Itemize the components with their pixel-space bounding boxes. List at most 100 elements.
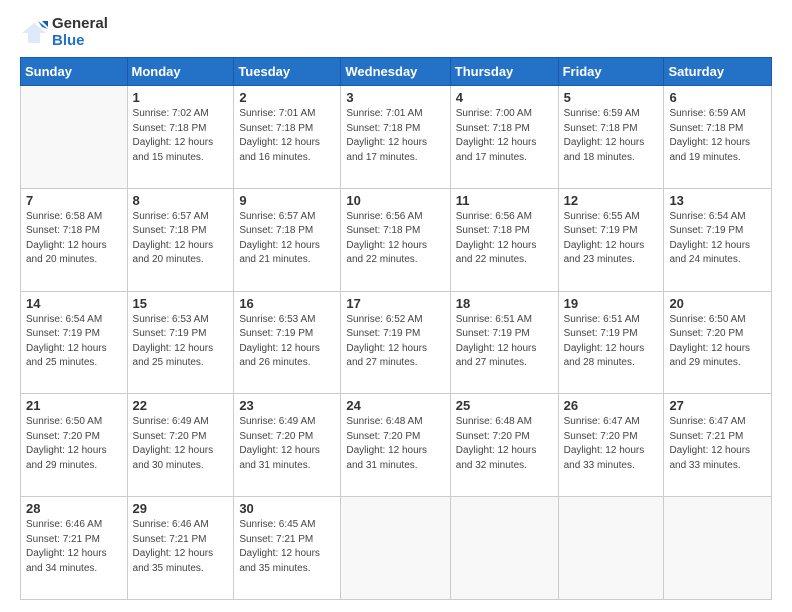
calendar-cell: 17 Sunrise: 6:52 AMSunset: 7:19 PMDaylig… — [341, 291, 450, 394]
calendar-cell: 22 Sunrise: 6:49 AMSunset: 7:20 PMDaylig… — [127, 394, 234, 497]
calendar-cell: 14 Sunrise: 6:54 AMSunset: 7:19 PMDaylig… — [21, 291, 128, 394]
day-number: 4 — [456, 90, 553, 105]
weekday-header-saturday: Saturday — [664, 58, 772, 86]
day-number: 19 — [564, 296, 659, 311]
calendar-cell: 15 Sunrise: 6:53 AMSunset: 7:19 PMDaylig… — [127, 291, 234, 394]
day-number: 9 — [239, 193, 335, 208]
calendar-cell: 6 Sunrise: 6:59 AMSunset: 7:18 PMDayligh… — [664, 86, 772, 189]
calendar-cell: 28 Sunrise: 6:46 AMSunset: 7:21 PMDaylig… — [21, 497, 128, 600]
calendar-cell: 23 Sunrise: 6:49 AMSunset: 7:20 PMDaylig… — [234, 394, 341, 497]
day-number: 12 — [564, 193, 659, 208]
calendar-cell: 2 Sunrise: 7:01 AMSunset: 7:18 PMDayligh… — [234, 86, 341, 189]
day-number: 27 — [669, 398, 766, 413]
day-number: 16 — [239, 296, 335, 311]
day-info: Sunrise: 6:56 AMSunset: 7:18 PMDaylight:… — [456, 210, 553, 268]
calendar-cell: 13 Sunrise: 6:54 AMSunset: 7:19 PMDaylig… — [664, 188, 772, 291]
header: General Blue — [20, 16, 772, 49]
week-row-2: 7 Sunrise: 6:58 AMSunset: 7:18 PMDayligh… — [21, 188, 772, 291]
page: General Blue SundayMondayTuesdayWednesda… — [0, 0, 792, 612]
day-info: Sunrise: 6:48 AMSunset: 7:20 PMDaylight:… — [346, 415, 444, 473]
day-info: Sunrise: 7:02 AMSunset: 7:18 PMDaylight:… — [133, 107, 229, 165]
calendar-cell — [21, 86, 128, 189]
weekday-header-sunday: Sunday — [21, 58, 128, 86]
day-number: 2 — [239, 90, 335, 105]
day-number: 10 — [346, 193, 444, 208]
day-info: Sunrise: 6:46 AMSunset: 7:21 PMDaylight:… — [133, 518, 229, 576]
weekday-header-monday: Monday — [127, 58, 234, 86]
day-info: Sunrise: 6:54 AMSunset: 7:19 PMDaylight:… — [26, 313, 122, 371]
day-info: Sunrise: 6:58 AMSunset: 7:18 PMDaylight:… — [26, 210, 122, 268]
day-info: Sunrise: 6:46 AMSunset: 7:21 PMDaylight:… — [26, 518, 122, 576]
logo-text: General Blue — [52, 16, 108, 49]
day-number: 29 — [133, 501, 229, 516]
day-number: 3 — [346, 90, 444, 105]
calendar-cell: 12 Sunrise: 6:55 AMSunset: 7:19 PMDaylig… — [558, 188, 664, 291]
day-number: 13 — [669, 193, 766, 208]
calendar-cell: 10 Sunrise: 6:56 AMSunset: 7:18 PMDaylig… — [341, 188, 450, 291]
week-row-1: 1 Sunrise: 7:02 AMSunset: 7:18 PMDayligh… — [21, 86, 772, 189]
calendar-cell: 5 Sunrise: 6:59 AMSunset: 7:18 PMDayligh… — [558, 86, 664, 189]
day-number: 1 — [133, 90, 229, 105]
weekday-header-tuesday: Tuesday — [234, 58, 341, 86]
logo-line2: Blue — [52, 33, 108, 50]
week-row-4: 21 Sunrise: 6:50 AMSunset: 7:20 PMDaylig… — [21, 394, 772, 497]
day-info: Sunrise: 6:49 AMSunset: 7:20 PMDaylight:… — [133, 415, 229, 473]
calendar-cell: 18 Sunrise: 6:51 AMSunset: 7:19 PMDaylig… — [450, 291, 558, 394]
calendar-cell: 7 Sunrise: 6:58 AMSunset: 7:18 PMDayligh… — [21, 188, 128, 291]
day-info: Sunrise: 6:45 AMSunset: 7:21 PMDaylight:… — [239, 518, 335, 576]
calendar-cell: 9 Sunrise: 6:57 AMSunset: 7:18 PMDayligh… — [234, 188, 341, 291]
calendar-cell — [450, 497, 558, 600]
day-info: Sunrise: 7:01 AMSunset: 7:18 PMDaylight:… — [239, 107, 335, 165]
day-info: Sunrise: 7:00 AMSunset: 7:18 PMDaylight:… — [456, 107, 553, 165]
day-number: 28 — [26, 501, 122, 516]
day-number: 7 — [26, 193, 122, 208]
day-info: Sunrise: 6:52 AMSunset: 7:19 PMDaylight:… — [346, 313, 444, 371]
day-number: 21 — [26, 398, 122, 413]
day-number: 23 — [239, 398, 335, 413]
calendar-cell: 21 Sunrise: 6:50 AMSunset: 7:20 PMDaylig… — [21, 394, 128, 497]
day-number: 20 — [669, 296, 766, 311]
day-info: Sunrise: 6:59 AMSunset: 7:18 PMDaylight:… — [669, 107, 766, 165]
day-number: 22 — [133, 398, 229, 413]
calendar-cell — [341, 497, 450, 600]
calendar-cell: 19 Sunrise: 6:51 AMSunset: 7:19 PMDaylig… — [558, 291, 664, 394]
day-number: 14 — [26, 296, 122, 311]
calendar-cell: 1 Sunrise: 7:02 AMSunset: 7:18 PMDayligh… — [127, 86, 234, 189]
calendar-cell: 25 Sunrise: 6:48 AMSunset: 7:20 PMDaylig… — [450, 394, 558, 497]
logo-wrapper: General Blue — [20, 16, 108, 49]
day-info: Sunrise: 6:56 AMSunset: 7:18 PMDaylight:… — [346, 210, 444, 268]
calendar-table: SundayMondayTuesdayWednesdayThursdayFrid… — [20, 57, 772, 600]
calendar-cell — [664, 497, 772, 600]
weekday-header-friday: Friday — [558, 58, 664, 86]
calendar-cell: 4 Sunrise: 7:00 AMSunset: 7:18 PMDayligh… — [450, 86, 558, 189]
day-number: 18 — [456, 296, 553, 311]
day-info: Sunrise: 6:53 AMSunset: 7:19 PMDaylight:… — [133, 313, 229, 371]
day-number: 15 — [133, 296, 229, 311]
day-info: Sunrise: 6:53 AMSunset: 7:19 PMDaylight:… — [239, 313, 335, 371]
calendar-cell: 16 Sunrise: 6:53 AMSunset: 7:19 PMDaylig… — [234, 291, 341, 394]
day-info: Sunrise: 6:47 AMSunset: 7:21 PMDaylight:… — [669, 415, 766, 473]
calendar-cell: 24 Sunrise: 6:48 AMSunset: 7:20 PMDaylig… — [341, 394, 450, 497]
calendar-cell: 30 Sunrise: 6:45 AMSunset: 7:21 PMDaylig… — [234, 497, 341, 600]
day-number: 30 — [239, 501, 335, 516]
day-info: Sunrise: 6:54 AMSunset: 7:19 PMDaylight:… — [669, 210, 766, 268]
day-info: Sunrise: 6:57 AMSunset: 7:18 PMDaylight:… — [133, 210, 229, 268]
day-number: 5 — [564, 90, 659, 105]
logo-line1: General — [52, 16, 108, 33]
week-row-3: 14 Sunrise: 6:54 AMSunset: 7:19 PMDaylig… — [21, 291, 772, 394]
weekday-header-row: SundayMondayTuesdayWednesdayThursdayFrid… — [21, 58, 772, 86]
calendar-cell: 11 Sunrise: 6:56 AMSunset: 7:18 PMDaylig… — [450, 188, 558, 291]
weekday-header-wednesday: Wednesday — [341, 58, 450, 86]
day-info: Sunrise: 7:01 AMSunset: 7:18 PMDaylight:… — [346, 107, 444, 165]
day-number: 25 — [456, 398, 553, 413]
day-number: 11 — [456, 193, 553, 208]
day-number: 8 — [133, 193, 229, 208]
day-info: Sunrise: 6:55 AMSunset: 7:19 PMDaylight:… — [564, 210, 659, 268]
calendar-cell: 26 Sunrise: 6:47 AMSunset: 7:20 PMDaylig… — [558, 394, 664, 497]
day-info: Sunrise: 6:48 AMSunset: 7:20 PMDaylight:… — [456, 415, 553, 473]
day-number: 6 — [669, 90, 766, 105]
day-info: Sunrise: 6:51 AMSunset: 7:19 PMDaylight:… — [564, 313, 659, 371]
day-info: Sunrise: 6:51 AMSunset: 7:19 PMDaylight:… — [456, 313, 553, 371]
weekday-header-thursday: Thursday — [450, 58, 558, 86]
calendar-cell: 8 Sunrise: 6:57 AMSunset: 7:18 PMDayligh… — [127, 188, 234, 291]
